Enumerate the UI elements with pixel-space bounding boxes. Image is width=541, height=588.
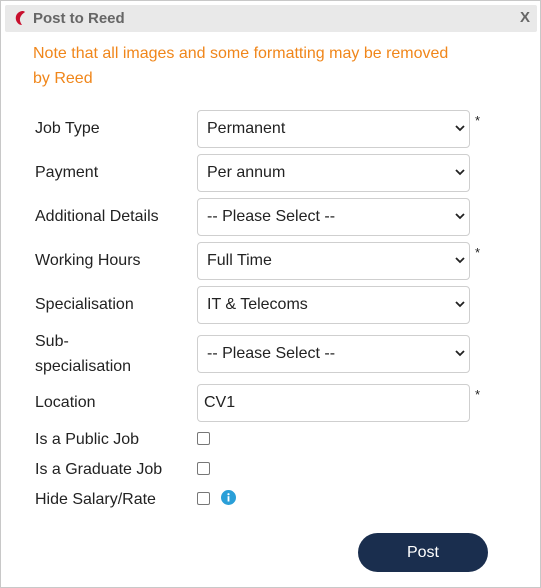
payment-value: Per annum bbox=[207, 164, 286, 181]
payment-label: Payment bbox=[35, 164, 99, 181]
dialog-title: Post to Reed bbox=[33, 10, 125, 27]
additional-details-label: Additional Details bbox=[35, 208, 159, 225]
specialisation-value: IT & Telecoms bbox=[207, 296, 308, 313]
specialisation-label: Specialisation bbox=[35, 296, 134, 313]
job-type-value: Permanent bbox=[207, 120, 286, 137]
chevron-down-icon bbox=[455, 257, 465, 264]
hide-salary-checkbox[interactable] bbox=[197, 492, 210, 505]
hide-salary-label: Hide Salary/Rate bbox=[35, 491, 156, 508]
post-to-reed-dialog: Post to Reed X Note that all images and … bbox=[0, 0, 541, 588]
working-hours-label: Working Hours bbox=[35, 252, 141, 269]
job-type-label: Job Type bbox=[35, 120, 100, 137]
working-hours-select[interactable]: Full Time bbox=[197, 242, 470, 280]
additional-details-value: -- Please Select -- bbox=[207, 208, 336, 225]
dialog-titlebar: Post to Reed X bbox=[5, 5, 537, 32]
graduate-job-label: Is a Graduate Job bbox=[35, 461, 163, 478]
formatting-note: Note that all images and some formatting… bbox=[33, 45, 449, 87]
public-job-label: Is a Public Job bbox=[35, 431, 140, 448]
close-button[interactable]: X bbox=[520, 9, 530, 26]
required-marker: * bbox=[475, 387, 481, 402]
sub-specialisation-value: -- Please Select -- bbox=[207, 345, 336, 362]
chevron-down-icon bbox=[455, 169, 465, 176]
additional-details-select[interactable]: -- Please Select -- bbox=[197, 198, 470, 236]
chevron-down-icon bbox=[455, 125, 465, 132]
chevron-down-icon bbox=[455, 213, 465, 220]
job-type-select[interactable]: Permanent bbox=[197, 110, 470, 148]
payment-select[interactable]: Per annum bbox=[197, 154, 470, 192]
required-marker: * bbox=[475, 113, 481, 128]
post-button[interactable]: Post bbox=[358, 533, 488, 572]
location-input[interactable]: CV1 bbox=[197, 384, 470, 422]
sub-specialisation-select[interactable]: -- Please Select -- bbox=[197, 335, 470, 373]
public-job-checkbox[interactable] bbox=[197, 432, 210, 445]
info-icon[interactable] bbox=[221, 490, 236, 505]
chevron-down-icon bbox=[455, 350, 465, 357]
reed-logo-icon bbox=[15, 11, 25, 25]
working-hours-value: Full Time bbox=[207, 252, 272, 269]
required-marker: * bbox=[475, 245, 481, 260]
graduate-job-checkbox[interactable] bbox=[197, 462, 210, 475]
location-label: Location bbox=[35, 394, 96, 411]
sub-specialisation-label-line2: specialisation bbox=[35, 358, 132, 375]
sub-specialisation-label-line1: Sub- bbox=[35, 333, 69, 350]
specialisation-select[interactable]: IT & Telecoms bbox=[197, 286, 470, 324]
chevron-down-icon bbox=[455, 301, 465, 308]
